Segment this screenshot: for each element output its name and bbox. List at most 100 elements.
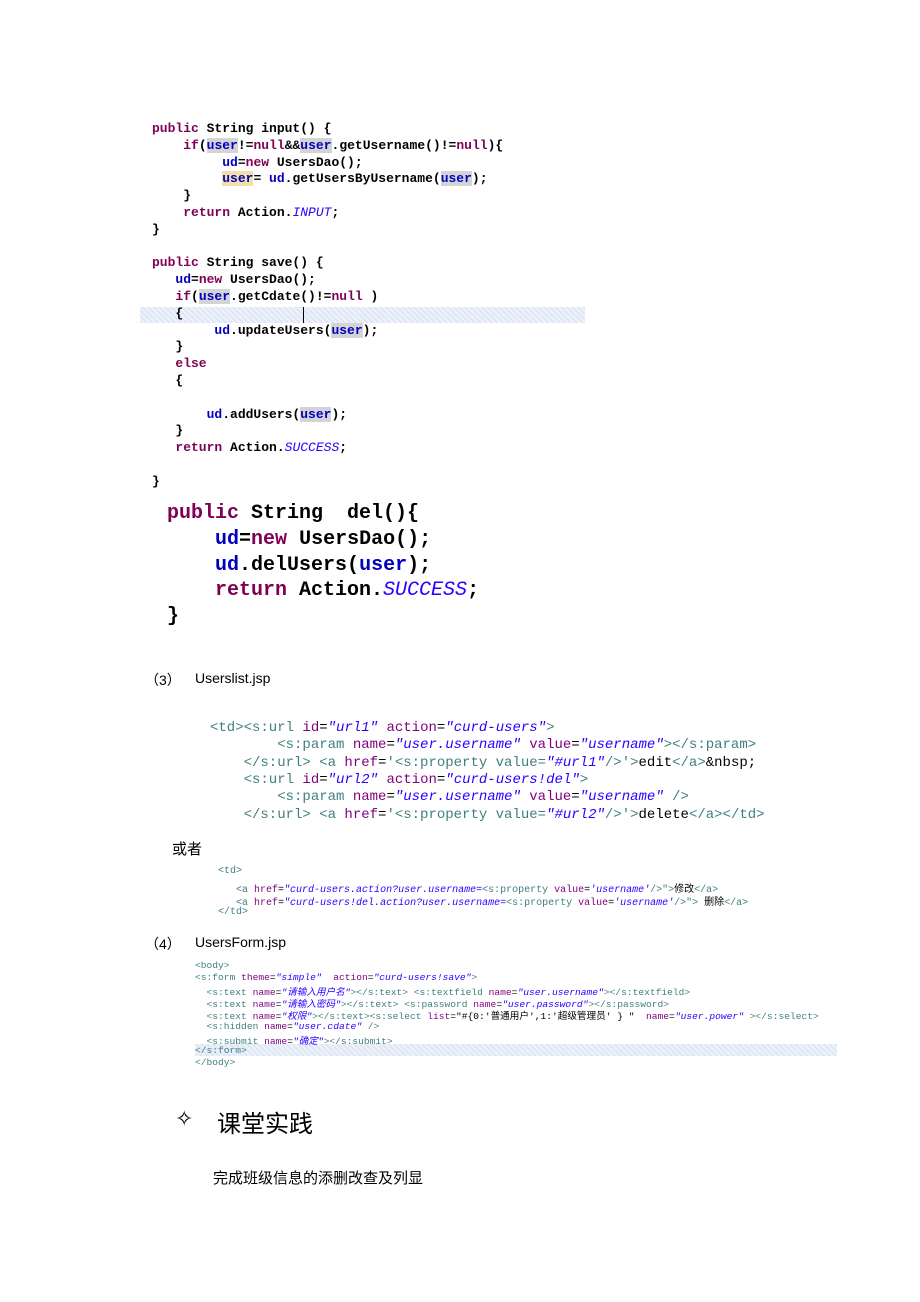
text-cursor [303, 307, 304, 323]
code-token: edit [638, 754, 673, 771]
code-token: ){ [487, 137, 504, 153]
code-line: </body> [195, 1057, 235, 1068]
code-token: 'username' [614, 898, 675, 909]
code-line: ud.updateUsers(user); [152, 322, 379, 338]
code-token: = [571, 737, 580, 754]
code-line: ud=new UsersDao(); [152, 154, 362, 170]
code-token: "user.username" [394, 737, 521, 754]
code-token: } [152, 221, 160, 237]
code-token: .delUsers( [239, 553, 360, 577]
code-token: "#url2" [546, 806, 605, 823]
code-token: user [359, 553, 408, 577]
selected-line-highlight [140, 307, 585, 323]
code-token: } [152, 188, 192, 204]
code-token: Action. [230, 205, 293, 220]
code-line: return Action.SUCCESS; [167, 579, 479, 602]
code-token: value [529, 789, 572, 806]
code-line: <s:form theme="simple" action="curd-user… [195, 972, 477, 983]
code-line: public String del(){ [167, 502, 419, 525]
code-token: id [302, 771, 320, 788]
code-line: else [152, 356, 207, 372]
code-line: <td> [218, 866, 242, 877]
code-line: ud=new UsersDao(); [167, 528, 431, 551]
code-token: UsersDao(); [287, 527, 432, 551]
code-token: /> [663, 789, 689, 806]
code-line: } [152, 188, 191, 203]
code-token: <body> [195, 960, 230, 971]
code-token: action [386, 771, 437, 788]
code-token: "#{0:'普通用户',1:'超级管理员' } " [456, 1011, 635, 1023]
code-token: } [152, 423, 184, 439]
code-token: if [175, 289, 192, 304]
code-token: = [239, 527, 252, 551]
code-token: ></s:submit> [323, 1035, 393, 1047]
code-token: ></s:param> [663, 737, 757, 754]
code-token: "curd-users!save" [373, 972, 472, 984]
code-token: = [386, 789, 395, 806]
code-token: </a> [724, 898, 749, 909]
code-token: public [152, 255, 199, 271]
code-token: name [352, 737, 387, 754]
or-text: 或者 [172, 841, 203, 858]
code-token: '<s:property value= [386, 806, 547, 823]
code-token: Action. [287, 579, 384, 603]
code-line: return Action.INPUT; [152, 205, 339, 220]
code-token: theme [241, 972, 270, 984]
code-token: 删除 [704, 898, 725, 909]
code-token: list [427, 1011, 451, 1023]
code-line: user= ud.getUsersByUsername(user); [152, 171, 488, 187]
code-token: > [630, 754, 639, 771]
section-4-title: UsersForm.jsp [195, 934, 287, 950]
section-4-number: （4） [145, 936, 181, 952]
code-token: > [546, 720, 555, 736]
code-token: &nbsp; [705, 754, 757, 771]
code-token: user [440, 171, 472, 187]
code-token: = [319, 771, 328, 788]
code-token: delete [638, 806, 689, 823]
code-token: value [578, 898, 609, 909]
code-token: else [175, 356, 207, 372]
section-3-number: （3） [145, 672, 181, 688]
code-token: </a> [672, 754, 706, 771]
code-token: <s:property [506, 898, 579, 909]
code-token: /> [361, 1020, 380, 1032]
code-token: ud [215, 527, 240, 551]
code-token: </s:url> <a [210, 754, 345, 771]
code-token: <td><s:url [210, 720, 303, 736]
code-token: </a></td> [688, 806, 765, 823]
code-token: UsersDao(); [222, 272, 316, 288]
code-token: ud [215, 553, 240, 577]
code-line: ud.delUsers(user); [167, 554, 431, 577]
code-token: action [333, 972, 368, 984]
code-line: return Action.SUCCESS; [152, 440, 347, 455]
code-token: String save() { [198, 255, 324, 271]
code-line: <s:param name="user.username" value="use… [210, 737, 756, 753]
code-line: ud=new UsersDao(); [152, 272, 316, 288]
practice-task: 完成班级信息的添删改查及列显 [213, 1169, 424, 1187]
code-token: .getUsersByUsername( [284, 171, 441, 187]
code-token: </s:form> [195, 1044, 247, 1056]
diamond-star-icon: ✧ [175, 1106, 194, 1131]
code-token: "url2" [327, 771, 379, 788]
code-token: ; [331, 205, 340, 220]
code-token: href [344, 754, 379, 771]
code-token: = [386, 737, 395, 754]
code-line: <body> [195, 960, 230, 971]
code-token: .updateUsers( [230, 322, 332, 338]
code-token: "curd-users" [445, 720, 547, 736]
code-token: <s:url [210, 771, 303, 788]
code-token: = [253, 171, 270, 187]
code-token: name [264, 1020, 288, 1032]
code-token: ); [362, 322, 379, 338]
code-token: } [167, 605, 180, 629]
code-token: new [245, 154, 270, 170]
